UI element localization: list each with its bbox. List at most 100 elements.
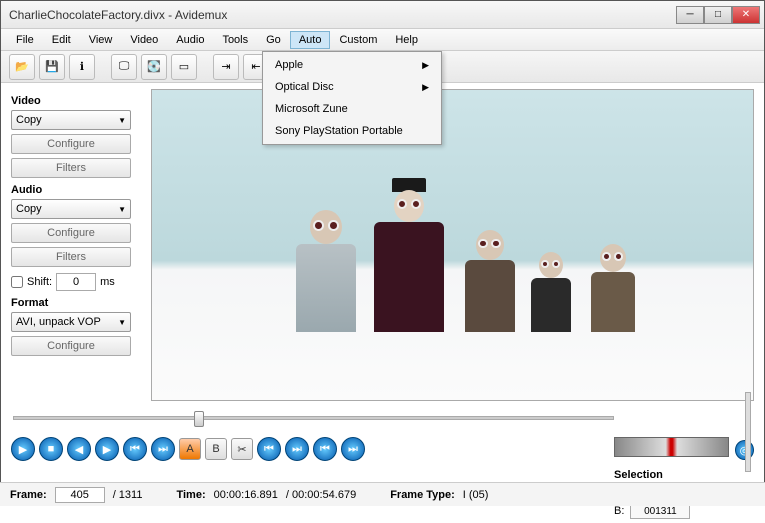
next-key-icon: ⏭ — [158, 443, 168, 456]
window-buttons: ─ □ ✕ — [676, 6, 760, 24]
tool-button-2[interactable]: 💽 — [141, 54, 167, 80]
sidebar: Video Copy ▼ Configure Filters Audio Cop… — [1, 83, 151, 403]
close-button[interactable]: ✕ — [732, 6, 760, 24]
goto-a-icon: ⏮ — [320, 443, 330, 456]
maximize-button[interactable]: □ — [704, 6, 732, 24]
dropdown-apple[interactable]: Apple ▶ — [265, 54, 439, 76]
tool-button-4[interactable]: ⇥ — [213, 54, 239, 80]
play-button[interactable]: ▶ — [11, 437, 35, 461]
menu-audio[interactable]: Audio — [167, 31, 213, 49]
jog-wheel[interactable] — [614, 437, 729, 457]
audio-filters-button[interactable]: Filters — [11, 247, 131, 267]
frame-label: Frame: — [10, 489, 47, 501]
prev-key-icon: ⏮ — [130, 443, 140, 456]
menu-tools[interactable]: Tools — [213, 31, 257, 49]
audio-codec-combo[interactable]: Copy ▼ — [11, 199, 131, 219]
audio-section-label: Audio — [11, 184, 141, 196]
next-frame-button[interactable]: ▶ — [95, 437, 119, 461]
minimize-button[interactable]: ─ — [676, 6, 704, 24]
combo-value: Copy — [16, 203, 42, 215]
chevron-down-icon: ▼ — [118, 116, 126, 125]
preview-scene — [152, 90, 753, 400]
dropdown-optical-disc[interactable]: Optical Disc ▶ — [265, 76, 439, 98]
window-icon: ▭ — [179, 60, 189, 73]
goto-end-button[interactable]: ⏭ — [285, 437, 309, 461]
goto-start-button[interactable]: ⏮ — [257, 437, 281, 461]
tool-button-1[interactable]: 🖵 — [111, 54, 137, 80]
time-value: 00:00:16.891 — [214, 489, 278, 501]
dropdown-label: Apple — [275, 59, 303, 71]
frametype-label: Frame Type: — [390, 489, 455, 501]
arrow-icon: ⇤ — [251, 60, 260, 73]
audio-configure-button[interactable]: Configure — [11, 223, 131, 243]
vertical-scrollbar[interactable] — [745, 392, 751, 472]
prev-frame-button[interactable]: ◀ — [67, 437, 91, 461]
shift-checkbox[interactable] — [11, 276, 23, 288]
auto-dropdown: Apple ▶ Optical Disc ▶ Microsoft Zune So… — [262, 51, 442, 145]
mark-b-icon: B — [212, 443, 219, 455]
chevron-right-icon: ▶ — [422, 60, 429, 71]
mark-a-icon: A — [186, 443, 193, 455]
shift-value-input[interactable] — [56, 273, 96, 291]
open-button[interactable]: 📂 — [9, 54, 35, 80]
menu-auto[interactable]: Auto — [290, 31, 331, 49]
right-column: ◎ Selection A: 000000 B: 001311 — [614, 437, 754, 519]
frame-input[interactable] — [55, 487, 105, 503]
menu-view[interactable]: View — [80, 31, 122, 49]
format-configure-button[interactable]: Configure — [11, 336, 131, 356]
video-codec-combo[interactable]: Copy ▼ — [11, 110, 131, 130]
menu-video[interactable]: Video — [121, 31, 167, 49]
prev-keyframe-button[interactable]: ⏮ — [123, 437, 147, 461]
video-preview — [151, 89, 754, 401]
timeline-track[interactable] — [13, 416, 614, 420]
menu-help[interactable]: Help — [386, 31, 427, 49]
next-icon: ▶ — [103, 443, 111, 456]
sel-b-label: B: — [614, 505, 624, 517]
timeline-thumb[interactable] — [194, 411, 204, 427]
chevron-right-icon: ▶ — [422, 82, 429, 93]
monitor-icon: 🖵 — [119, 60, 130, 73]
combo-value: AVI, unpack VOP — [16, 316, 101, 328]
save-icon: 💾 — [45, 60, 59, 73]
arrow-icon: ⇥ — [221, 60, 230, 73]
cut-button[interactable]: ✂ — [231, 438, 253, 460]
shift-unit: ms — [100, 276, 115, 288]
stop-button[interactable]: ■ — [39, 437, 63, 461]
goto-b-button[interactable]: ⏭ — [341, 437, 365, 461]
folder-open-icon: 📂 — [15, 60, 29, 73]
menu-go[interactable]: Go — [257, 31, 290, 49]
chevron-down-icon: ▼ — [118, 318, 126, 327]
goto-a-button[interactable]: ⏮ — [313, 437, 337, 461]
next-keyframe-button[interactable]: ⏭ — [151, 437, 175, 461]
dropdown-sony-psp[interactable]: Sony PlayStation Portable — [265, 120, 439, 142]
video-section-label: Video — [11, 95, 141, 107]
mark-a-button[interactable]: A — [179, 438, 201, 460]
titlebar: CharlieChocolateFactory.divx - Avidemux … — [1, 1, 764, 29]
mark-b-button[interactable]: B — [205, 438, 227, 460]
chevron-down-icon: ▼ — [118, 205, 126, 214]
frametype-value: I (05) — [463, 489, 489, 501]
video-filters-button[interactable]: Filters — [11, 158, 131, 178]
menu-file[interactable]: File — [7, 31, 43, 49]
save-button[interactable]: 💾 — [39, 54, 65, 80]
stop-icon: ■ — [48, 443, 55, 455]
dropdown-microsoft-zune[interactable]: Microsoft Zune — [265, 98, 439, 120]
dropdown-label: Microsoft Zune — [275, 103, 348, 115]
shift-row: Shift: ms — [11, 273, 141, 291]
format-section-label: Format — [11, 297, 141, 309]
shift-label: Shift: — [27, 276, 52, 288]
combo-value: Copy — [16, 114, 42, 126]
statusbar: Frame: / 1311 Time: 00:00:16.891 / 00:00… — [0, 482, 765, 506]
dropdown-label: Optical Disc — [275, 81, 334, 93]
format-combo[interactable]: AVI, unpack VOP ▼ — [11, 312, 131, 332]
menu-edit[interactable]: Edit — [43, 31, 80, 49]
window-title: CharlieChocolateFactory.divx - Avidemux — [5, 8, 676, 22]
video-configure-button[interactable]: Configure — [11, 134, 131, 154]
info-button[interactable]: ℹ — [69, 54, 95, 80]
dropdown-label: Sony PlayStation Portable — [275, 125, 403, 137]
start-icon: ⏮ — [264, 443, 274, 456]
menu-custom[interactable]: Custom — [330, 31, 386, 49]
play-icon: ▶ — [19, 443, 27, 456]
prev-icon: ◀ — [75, 443, 83, 456]
tool-button-3[interactable]: ▭ — [171, 54, 197, 80]
